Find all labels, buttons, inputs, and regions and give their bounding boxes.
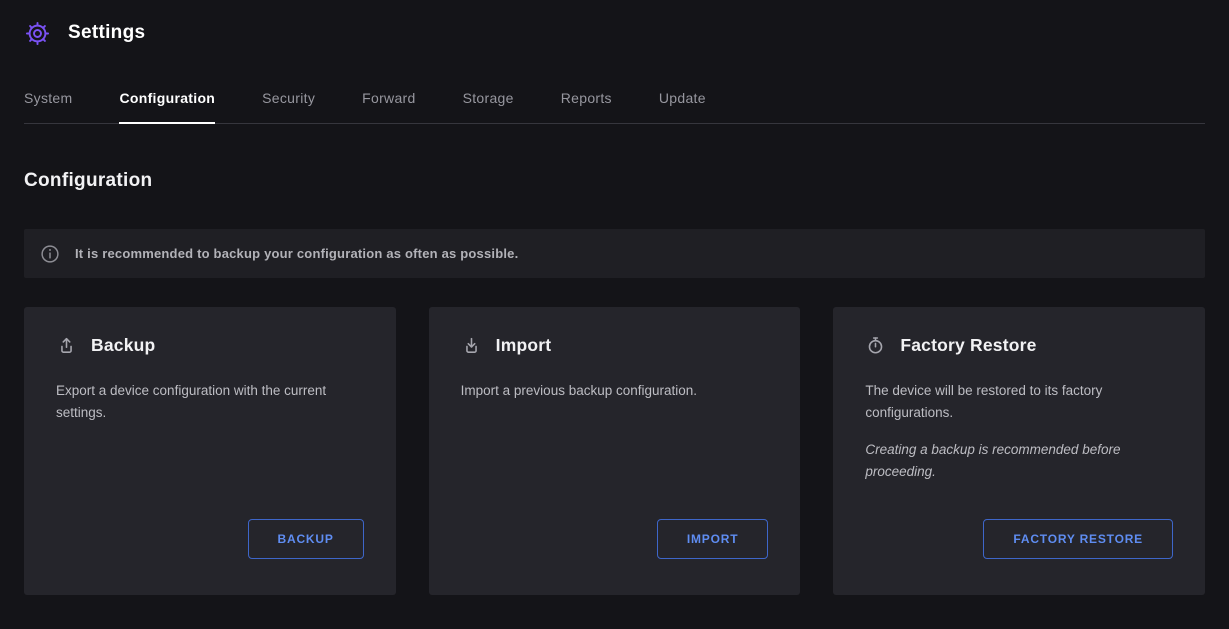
import-button[interactable]: IMPORT: [657, 519, 768, 559]
page-header: Settings: [24, 0, 1205, 50]
backup-card-title: Backup: [91, 335, 155, 356]
backup-card-header: Backup: [56, 335, 364, 356]
factory-restore-card-description: The device will be restored to its facto…: [865, 380, 1173, 425]
info-icon: [39, 243, 61, 265]
factory-restore-timer-icon: [865, 335, 886, 356]
import-download-icon: [461, 335, 482, 356]
import-card-title: Import: [496, 335, 552, 356]
backup-card: Backup Export a device configuration wit…: [24, 307, 396, 595]
factory-restore-card: Factory Restore The device will be resto…: [833, 307, 1205, 595]
backup-button[interactable]: BACKUP: [248, 519, 364, 559]
factory-restore-card-header: Factory Restore: [865, 335, 1173, 356]
tab-forward[interactable]: Forward: [362, 90, 415, 123]
factory-restore-card-title: Factory Restore: [900, 335, 1036, 356]
tab-configuration[interactable]: Configuration: [119, 90, 215, 123]
export-upload-icon: [56, 335, 77, 356]
import-card-description: Import a previous backup configuration.: [461, 380, 769, 402]
settings-gear-icon: [24, 20, 51, 47]
tab-security[interactable]: Security: [262, 90, 315, 123]
factory-restore-card-note: Creating a backup is recommended before …: [865, 439, 1173, 484]
tab-reports[interactable]: Reports: [561, 90, 612, 123]
info-banner-text: It is recommended to backup your configu…: [75, 246, 518, 261]
tab-update[interactable]: Update: [659, 90, 706, 123]
import-card-header: Import: [461, 335, 769, 356]
settings-tab-bar: System Configuration Security Forward St…: [24, 90, 1205, 124]
info-banner: It is recommended to backup your configu…: [24, 229, 1205, 278]
backup-card-description: Export a device configuration with the c…: [56, 380, 364, 425]
configuration-cards: Backup Export a device configuration wit…: [24, 307, 1205, 595]
settings-page: Settings System Configuration Security F…: [0, 0, 1229, 629]
page-title: Configuration: [24, 170, 1205, 192]
app-title: Settings: [68, 22, 145, 44]
tab-storage[interactable]: Storage: [463, 90, 514, 123]
import-card: Import Import a previous backup configur…: [429, 307, 801, 595]
factory-restore-button[interactable]: FACTORY RESTORE: [983, 519, 1173, 559]
tab-system[interactable]: System: [24, 90, 72, 123]
